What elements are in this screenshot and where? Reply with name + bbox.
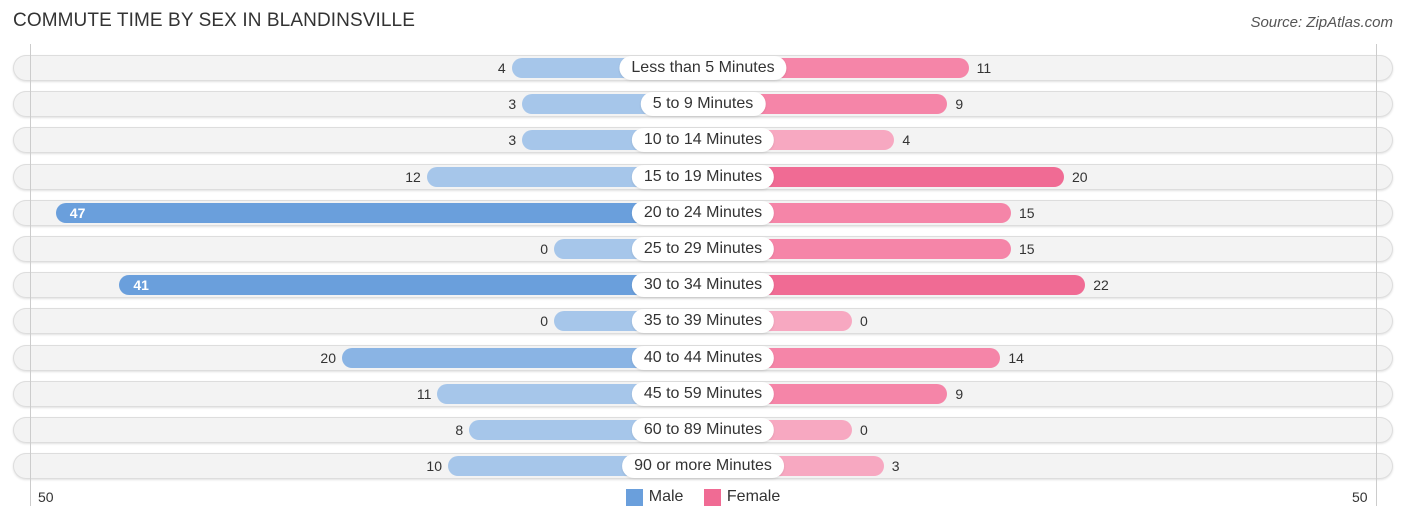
axis-line-right <box>1376 44 1377 506</box>
bar-male[interactable] <box>119 275 703 295</box>
value-label-female: 15 <box>1019 241 1035 257</box>
source-label: Source: ZipAtlas.com <box>1250 14 1393 31</box>
value-label-female: 22 <box>1093 277 1109 293</box>
value-label-male: 47 <box>69 205 86 221</box>
legend-label-male: Male <box>648 488 684 505</box>
value-label-female: 11 <box>976 60 992 76</box>
value-label-male: 20 <box>320 350 336 366</box>
value-label-female: 0 <box>860 422 868 438</box>
legend: Male Female <box>0 488 1406 511</box>
value-label-male: 11 <box>416 386 432 402</box>
value-label-male: 12 <box>405 169 421 185</box>
category-label: 10 to 14 Minutes <box>631 128 775 152</box>
value-label-male: 41 <box>133 277 149 293</box>
value-label-female: 9 <box>955 96 964 112</box>
legend-label-female: Female <box>726 488 781 505</box>
value-label-female: 9 <box>955 386 964 402</box>
value-label-female: 15 <box>1019 205 1035 221</box>
category-label: 90 or more Minutes <box>622 454 784 478</box>
bar-male[interactable] <box>55 203 703 223</box>
value-label-female: 4 <box>902 132 911 148</box>
category-label: 25 to 29 Minutes <box>631 237 775 261</box>
value-label-male: 8 <box>455 422 464 438</box>
category-label: 45 to 59 Minutes <box>631 382 775 406</box>
legend-swatch-male <box>625 488 643 506</box>
category-label: 20 to 24 Minutes <box>631 201 775 225</box>
category-label: 30 to 34 Minutes <box>631 273 775 297</box>
value-label-male: 3 <box>508 96 517 112</box>
value-label-female: 3 <box>891 458 900 474</box>
value-label-male: 4 <box>497 60 506 76</box>
value-label-male: 3 <box>508 132 517 148</box>
value-label-female: 14 <box>1008 350 1024 366</box>
category-label: 5 to 9 Minutes <box>640 92 766 116</box>
chart-title: COMMUTE TIME BY SEX IN BLANDINSVILLE <box>13 10 415 31</box>
category-label: 35 to 39 Minutes <box>631 309 775 333</box>
legend-swatch-female <box>703 488 721 506</box>
value-label-male: 10 <box>426 458 442 474</box>
category-label: 60 to 89 Minutes <box>631 418 775 442</box>
legend-item-male[interactable]: Male <box>625 488 684 506</box>
axis-line-left <box>30 44 31 506</box>
category-label: 15 to 19 Minutes <box>631 165 775 189</box>
legend-item-female[interactable]: Female <box>703 488 781 506</box>
value-label-female: 0 <box>860 313 868 329</box>
value-label-female: 20 <box>1072 169 1088 185</box>
category-label: 40 to 44 Minutes <box>631 346 775 370</box>
value-label-male: 0 <box>540 241 548 257</box>
category-label: Less than 5 Minutes <box>619 56 787 80</box>
value-label-male: 0 <box>540 313 548 329</box>
